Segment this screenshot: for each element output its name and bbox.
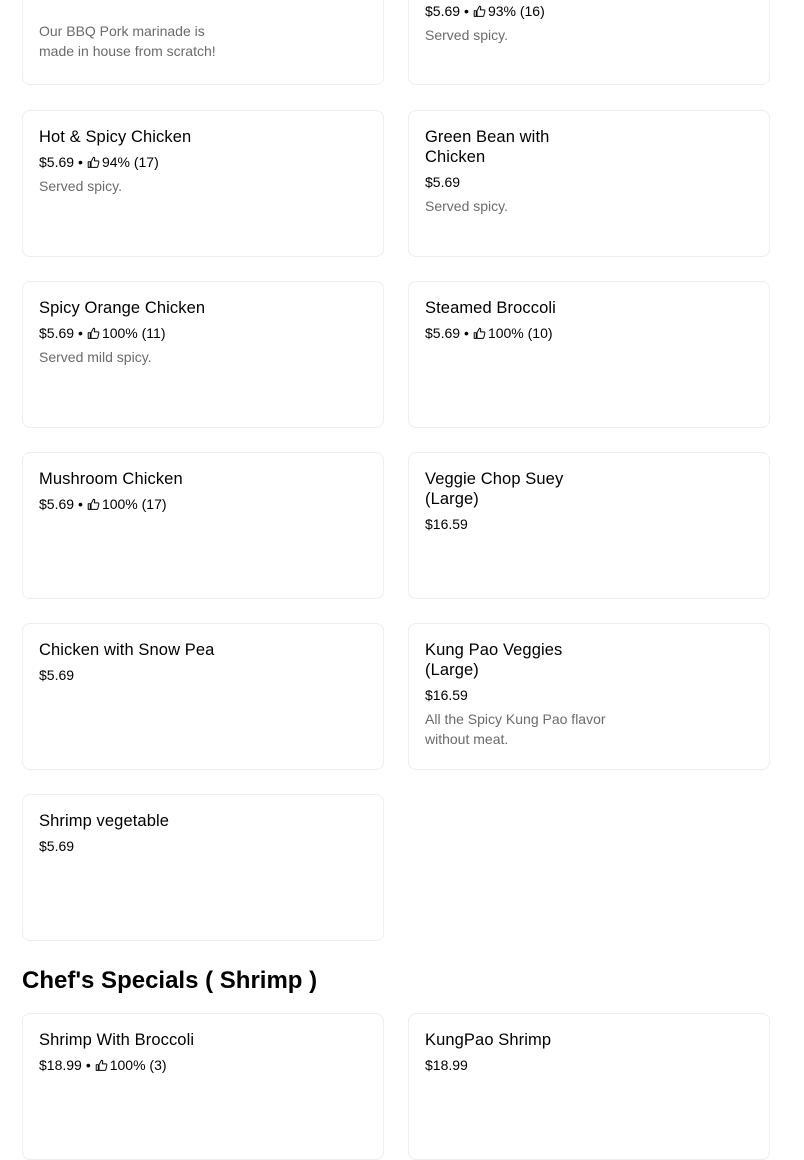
- menu-item-card[interactable]: Our BBQ Pork marinade is made in house f…: [22, 0, 384, 85]
- item-rating: 93% (16): [487, 3, 545, 19]
- item-name: Spicy Orange Chicken: [39, 299, 206, 317]
- item-price: $5.69: [39, 325, 75, 341]
- item-meta: $18.99: [425, 1055, 753, 1075]
- item-name: Chicken with Snow Pea: [39, 641, 215, 659]
- item-price: $18.99: [39, 1057, 82, 1073]
- menu-item-card[interactable]: Veggie Chop Suey (Large) $16.59: [408, 452, 770, 599]
- menu-item-card[interactable]: Shrimp vegetable $5.69: [22, 794, 384, 941]
- item-name: Kung Pao Veggies (Large): [425, 641, 563, 679]
- item-price: $5.69: [39, 496, 75, 512]
- item-rating: 100% (3): [109, 1057, 167, 1073]
- menu-item-card[interactable]: Mushroom Chicken $5.69 • 100% (17): [22, 452, 384, 599]
- item-price: $5.69: [425, 325, 461, 341]
- item-meta: $16.59: [425, 685, 753, 705]
- item-price: $5.69: [39, 838, 75, 854]
- separator-dot: •: [78, 325, 83, 341]
- menu-item-card[interactable]: Green Bean with Chicken $5.69 Served spi…: [408, 110, 770, 257]
- item-name: Green Bean with Chicken: [425, 128, 550, 166]
- item-description: Served spicy.: [39, 178, 122, 194]
- menu-item-card[interactable]: Shrimp With Broccoli $18.99 • 100% (3): [22, 1013, 384, 1160]
- item-price: $5.69: [425, 3, 461, 19]
- item-meta: $5.69 • 100% (11): [39, 323, 367, 343]
- item-name: KungPao Shrimp: [425, 1031, 552, 1049]
- separator-dot: •: [85, 1057, 91, 1073]
- thumbs-up-icon: [95, 1059, 108, 1072]
- item-price: $16.59: [425, 687, 468, 703]
- item-meta: $5.69 • 94% (17): [39, 152, 367, 172]
- item-price: $5.69: [425, 174, 461, 190]
- separator-dot: •: [78, 154, 83, 170]
- item-name: Shrimp With Broccoli: [39, 1031, 195, 1049]
- menu-item-card[interactable]: KungPao Shrimp $18.99: [408, 1013, 770, 1160]
- separator-dot: •: [464, 3, 469, 19]
- item-name: Steamed Broccoli: [425, 299, 556, 317]
- item-rating: 100% (11): [101, 325, 166, 341]
- item-description: Served mild spicy.: [39, 349, 152, 365]
- menu-item-card[interactable]: $5.69 • 93% (16) Served spicy.: [408, 0, 770, 85]
- menu-item-card[interactable]: Hot & Spicy Chicken $5.69 • 94% (17) Ser…: [22, 110, 384, 257]
- thumbs-up-icon: [473, 5, 486, 18]
- item-meta: $5.69 • 93% (16): [425, 1, 753, 21]
- menu-item-card[interactable]: Kung Pao Veggies (Large) $16.59 All the …: [408, 623, 770, 770]
- item-name: Shrimp vegetable: [39, 812, 170, 830]
- item-description: Our BBQ Pork marinade is made in house f…: [39, 23, 216, 59]
- item-price: $5.69: [39, 154, 75, 170]
- thumbs-up-icon: [87, 156, 100, 169]
- item-description: Served spicy.: [425, 198, 508, 214]
- item-meta: $16.59: [425, 514, 753, 534]
- item-rating: 100% (17): [101, 496, 167, 512]
- item-name: Hot & Spicy Chicken: [39, 128, 192, 146]
- item-meta: $5.69: [39, 665, 367, 685]
- item-name: Veggie Chop Suey (Large): [425, 470, 564, 508]
- item-meta: $5.69 • 100% (17): [39, 494, 367, 514]
- thumbs-up-icon: [87, 498, 100, 511]
- item-meta: $5.69: [425, 172, 753, 192]
- thumbs-up-icon: [87, 327, 100, 340]
- item-meta: $18.99 • 100% (3): [39, 1055, 367, 1075]
- menu-item-card[interactable]: Chicken with Snow Pea $5.69: [22, 623, 384, 770]
- item-description: All the Spicy Kung Pao flavor without me…: [425, 711, 606, 747]
- section-title: Chef's Specials ( Shrimp ): [22, 967, 318, 994]
- item-description: Served spicy.: [425, 27, 508, 43]
- separator-dot: •: [78, 496, 83, 512]
- menu-item-card[interactable]: Steamed Broccoli $5.69 • 100% (10): [408, 281, 770, 428]
- item-price: $18.99: [425, 1057, 468, 1073]
- item-price: $16.59: [425, 516, 468, 532]
- menu-item-card[interactable]: Spicy Orange Chicken $5.69 • 100% (11) S…: [22, 281, 384, 428]
- item-name: Mushroom Chicken: [39, 470, 183, 488]
- item-meta: $5.69: [39, 836, 367, 856]
- item-meta: $5.69 • 100% (10): [425, 323, 753, 343]
- separator-dot: •: [464, 325, 469, 341]
- item-rating: 94% (17): [101, 154, 159, 170]
- item-rating: 100% (10): [487, 325, 553, 341]
- item-price: $5.69: [39, 667, 75, 683]
- thumbs-up-icon: [473, 327, 486, 340]
